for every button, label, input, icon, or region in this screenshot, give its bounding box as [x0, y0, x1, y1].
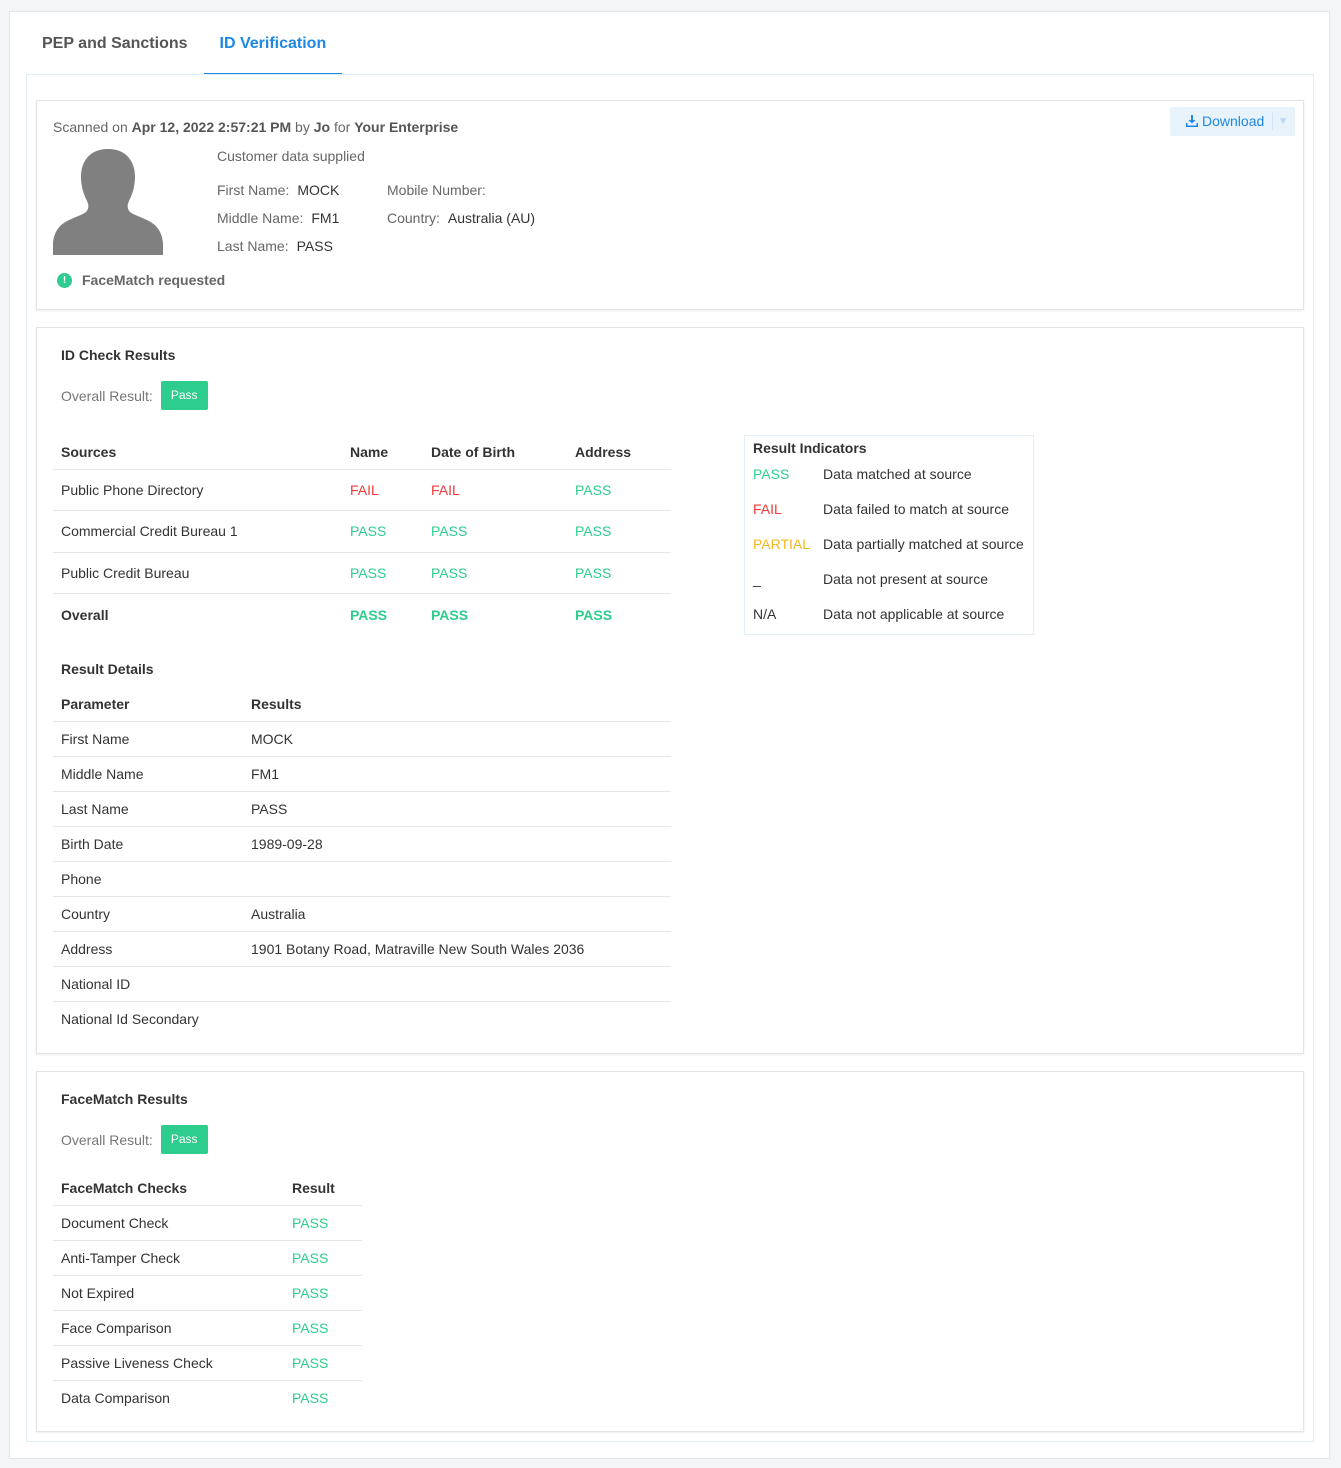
scan-user: Jo [314, 119, 330, 135]
legend-item: PASSData matched at source [753, 466, 972, 482]
table-row: Birth Date1989-09-28 [53, 826, 671, 861]
result-details-table: Parameter Results First NameMOCK Middle … [53, 687, 671, 1036]
table-row: CountryAustralia [53, 896, 671, 931]
legend-title: Result Indicators [753, 440, 867, 456]
table-header: Sources Name Date of Birth Address [53, 435, 671, 469]
table-row: Anti-Tamper CheckPASS [53, 1240, 362, 1275]
facematch-checks-table: FaceMatch Checks Result Document CheckPA… [53, 1171, 362, 1415]
table-header: Parameter Results [53, 687, 671, 721]
result-indicators-legend: Result Indicators PASSData matched at so… [744, 435, 1034, 635]
exclamation-icon: ! [57, 273, 72, 288]
table-row: Last NamePASS [53, 791, 671, 826]
first-name-field: First Name:MOCK [217, 182, 339, 198]
legend-item: N/AData not applicable at source [753, 606, 1004, 622]
table-row: National Id Secondary [53, 1001, 671, 1036]
table-row: Commercial Credit Bureau 1 PASS PASS PAS… [53, 511, 671, 553]
facematch-results-card: FaceMatch Results Overall Result: Pass F… [36, 1071, 1304, 1432]
legend-item: FAILData failed to match at source [753, 501, 1009, 517]
overall-row: Overall PASS PASS PASS [53, 594, 671, 636]
id-check-overall: Overall Result: Pass [61, 381, 208, 410]
legend-item: PARTIALData partially matched at source [753, 536, 1024, 552]
table-row: Address1901 Botany Road, Matraville New … [53, 931, 671, 966]
table-header: FaceMatch Checks Result [53, 1171, 362, 1205]
table-row: Passive Liveness CheckPASS [53, 1345, 362, 1380]
table-row: Not ExpiredPASS [53, 1275, 362, 1310]
table-row: Phone [53, 861, 671, 896]
middle-name-field: Middle Name:FM1 [217, 210, 339, 226]
country-field: Country:Australia (AU) [387, 210, 535, 226]
result-details-title: Result Details [61, 661, 154, 677]
facematch-overall: Overall Result: Pass [61, 1125, 208, 1154]
table-row: Middle NameFM1 [53, 756, 671, 791]
tab-pep-sanctions[interactable]: PEP and Sanctions [26, 12, 204, 75]
table-row: Data ComparisonPASS [53, 1380, 362, 1415]
id-verification-panel: Scanned on Apr 12, 2022 2:57:21 PM by Jo… [26, 74, 1314, 1442]
mobile-number-field: Mobile Number: [387, 182, 494, 198]
download-button[interactable]: Download ▼ [1170, 107, 1295, 136]
customer-data-title: Customer data supplied [217, 148, 365, 164]
scan-info: Scanned on Apr 12, 2022 2:57:21 PM by Jo… [53, 119, 458, 135]
table-row: First NameMOCK [53, 721, 671, 756]
facematch-requested: ! FaceMatch requested [57, 272, 225, 288]
legend-item: _Data not present at source [753, 571, 988, 587]
overall-pass-badge: Pass [161, 381, 208, 410]
id-check-results-card: ID Check Results Overall Result: Pass So… [36, 327, 1304, 1054]
table-row: Document CheckPASS [53, 1205, 362, 1240]
avatar [53, 147, 163, 255]
tab-id-verification[interactable]: ID Verification [204, 12, 343, 75]
table-row: National ID [53, 966, 671, 1001]
table-row: Face ComparisonPASS [53, 1310, 362, 1345]
scan-enterprise: Your Enterprise [354, 119, 458, 135]
page-container: PEP and Sanctions ID Verification Scanne… [9, 11, 1330, 1459]
tab-bar: PEP and Sanctions ID Verification [26, 12, 342, 75]
scan-date: Apr 12, 2022 2:57:21 PM [132, 119, 292, 135]
table-row: Public Phone Directory FAIL FAIL PASS [53, 469, 671, 511]
sources-table: Sources Name Date of Birth Address Publi… [53, 435, 671, 635]
chevron-down-icon[interactable]: ▼ [1278, 107, 1288, 136]
overall-pass-badge: Pass [161, 1125, 208, 1154]
id-check-title: ID Check Results [61, 347, 175, 363]
table-row: Public Credit Bureau PASS PASS PASS [53, 552, 671, 594]
download-icon [1186, 108, 1198, 137]
facematch-title: FaceMatch Results [61, 1091, 188, 1107]
scan-summary-card: Scanned on Apr 12, 2022 2:57:21 PM by Jo… [36, 100, 1304, 310]
last-name-field: Last Name:PASS [217, 238, 333, 254]
